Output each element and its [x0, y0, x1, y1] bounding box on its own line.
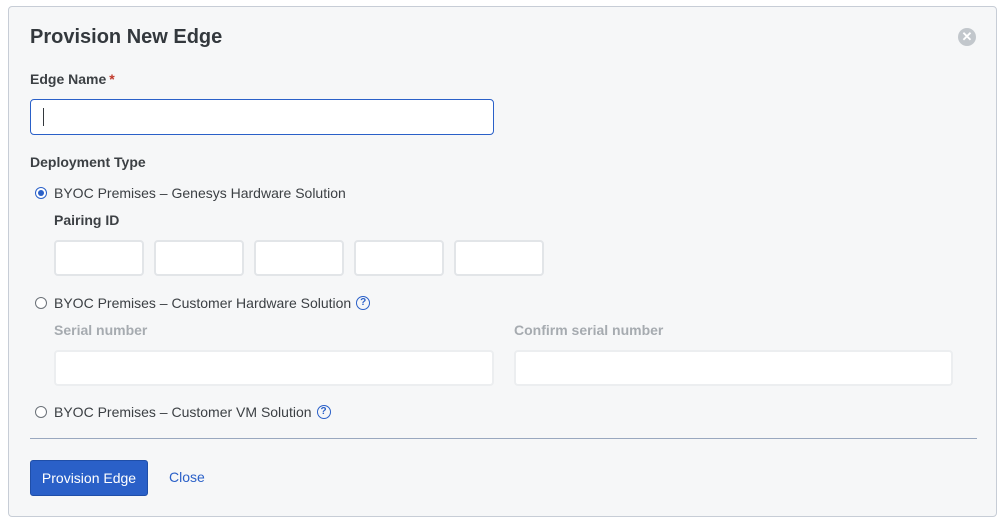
edge-name-input[interactable] — [30, 99, 494, 135]
question-circle-icon[interactable]: ? — [316, 405, 331, 419]
dialog-title: Provision New Edge — [30, 26, 223, 48]
serial-number-input[interactable] — [54, 350, 494, 386]
provision-edge-dialog: Provision New Edge ✕ Edge Name * Deployme… — [8, 6, 997, 517]
pairing-id-segment-4[interactable] — [354, 240, 444, 276]
deployment-type-label: Deployment Type — [30, 154, 146, 170]
confirm-serial-number-input[interactable] — [514, 350, 953, 386]
pairing-id-segment-3[interactable] — [254, 240, 344, 276]
close-button[interactable]: Close — [169, 469, 205, 485]
pairing-id-label: Pairing ID — [54, 212, 120, 228]
option-label-customer-vm: BYOC Premises – Customer VM Solution — [54, 404, 312, 420]
required-marker: * — [109, 71, 115, 87]
footer-divider — [30, 438, 977, 439]
deployment-option-genesys-hardware[interactable]: BYOC Premises – Genesys Hardware Solutio… — [35, 185, 346, 201]
radio-customer-hardware[interactable] — [35, 297, 47, 309]
radio-customer-vm[interactable] — [35, 406, 47, 418]
deployment-option-customer-vm[interactable]: BYOC Premises – Customer VM Solution ? — [35, 404, 331, 420]
edge-name-label-text: Edge Name — [30, 71, 107, 87]
option-label-customer-hardware: BYOC Premises – Customer Hardware Soluti… — [54, 295, 352, 311]
option-label-genesys-hardware: BYOC Premises – Genesys Hardware Solutio… — [54, 185, 346, 201]
radio-genesys-hardware[interactable] — [35, 187, 47, 199]
close-icon[interactable]: ✕ — [958, 28, 976, 46]
text-caret — [43, 108, 44, 126]
pairing-id-segment-2[interactable] — [154, 240, 244, 276]
deployment-option-customer-hardware[interactable]: BYOC Premises – Customer Hardware Soluti… — [35, 295, 371, 311]
serial-number-label: Serial number — [54, 322, 148, 338]
pairing-id-segment-1[interactable] — [54, 240, 144, 276]
provision-edge-button[interactable]: Provision Edge — [30, 460, 148, 496]
edge-name-label: Edge Name * — [30, 71, 115, 87]
confirm-serial-number-label: Confirm serial number — [514, 322, 664, 338]
question-circle-icon[interactable]: ? — [356, 296, 371, 310]
pairing-id-segment-5[interactable] — [454, 240, 544, 276]
